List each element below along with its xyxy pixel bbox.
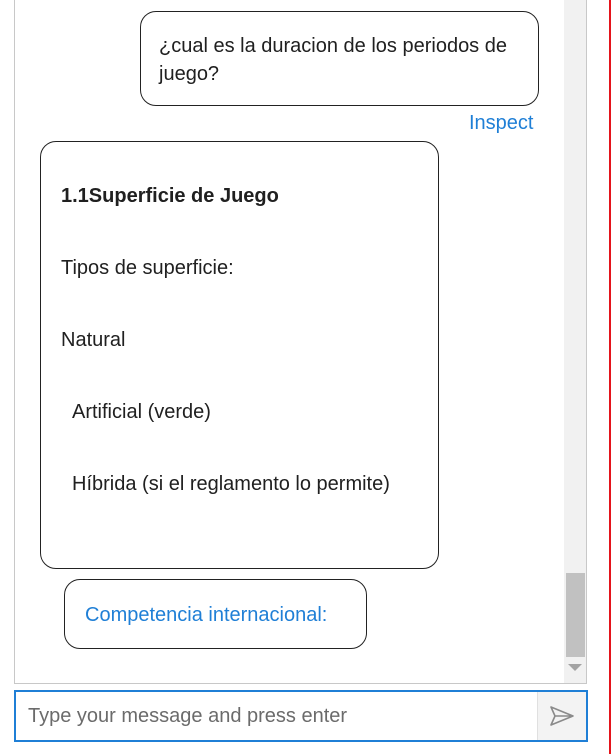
bot-message-heading: 1.1Superficie de Juego [61, 185, 279, 207]
message-list[interactable]: ¿cual es la duracion de los periodos de … [14, 0, 587, 684]
chevron-down-icon[interactable] [568, 664, 582, 671]
bot-message-paragraph-text: Híbrida (si el reglamento lo permite) [72, 473, 390, 495]
focus-indicator-border [609, 0, 611, 754]
message-input[interactable] [16, 692, 536, 740]
inspect-link[interactable]: Inspect [469, 112, 533, 135]
bot-message-bubble: 1.1Superficie de Juego Tipos de superfic… [40, 141, 439, 569]
bot-message-paragraph: Natural [61, 329, 126, 351]
suggestion-chip[interactable]: Competencia internacional: [64, 579, 367, 649]
vertical-scrollbar[interactable] [564, 0, 586, 683]
user-message-bubble: ¿cual es la duracion de los periodos de … [140, 11, 539, 106]
chat-window: ¿cual es la duracion de los periodos de … [0, 0, 612, 754]
message-composer [14, 690, 588, 742]
user-message-text: ¿cual es la duracion de los periodos de … [159, 35, 507, 85]
bot-message-paragraph: Tipos de superficie: [61, 257, 234, 279]
send-icon [550, 706, 574, 726]
bot-message-paragraph: Híbrida (si el reglamento lo permite) [61, 470, 418, 498]
bot-message-paragraph: Artificial (verde) [72, 401, 211, 423]
send-button[interactable] [537, 692, 586, 740]
scrollbar-thumb[interactable] [566, 573, 585, 657]
